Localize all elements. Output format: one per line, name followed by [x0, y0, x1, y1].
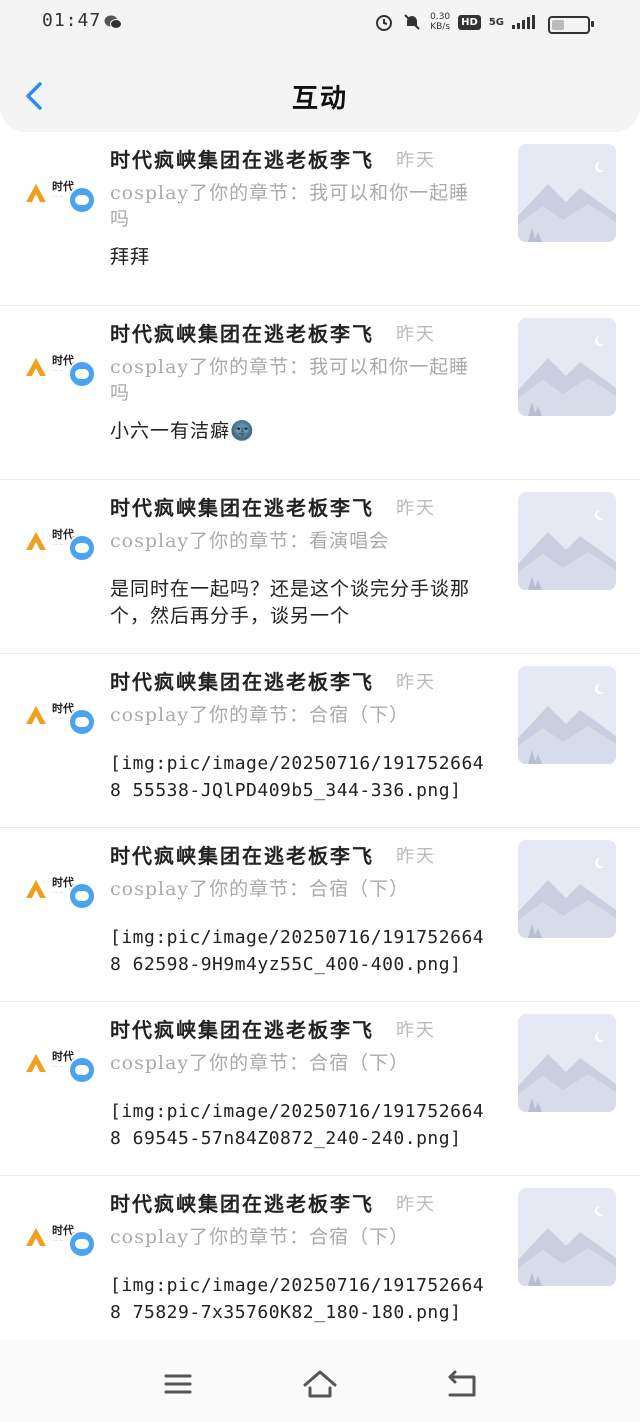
signal-icon: [512, 15, 535, 29]
comment-bubble-icon: [68, 1230, 96, 1258]
list-item[interactable]: 时代 · ·· ···· 时代疯峡集团在逃老板李飞 昨天 cosplay了你的章…: [0, 132, 640, 306]
list-item[interactable]: 时代 · ·· ···· 时代疯峡集团在逃老板李飞 昨天 cosplay了你的章…: [0, 828, 640, 1002]
image-placeholder-icon[interactable]: [518, 144, 616, 242]
alarm-icon: [376, 15, 393, 31]
item-desc: cosplay了你的章节：合宿（下）: [110, 1226, 410, 1248]
svg-text:· ·· ····: · ·· ····: [52, 542, 63, 547]
svg-text:· ·· ····: · ·· ····: [52, 368, 63, 373]
svg-text:· ·· ····: · ·· ····: [52, 1064, 63, 1069]
list-item[interactable]: 时代 · ·· ···· 时代疯峡集团在逃老板李飞 昨天 cosplay了你的章…: [0, 1002, 640, 1176]
list-item[interactable]: 时代 · ·· ···· 时代疯峡集团在逃老板李飞 昨天 cosplay了你的章…: [0, 306, 640, 480]
item-time: 昨天: [396, 672, 436, 693]
image-placeholder-icon[interactable]: [518, 840, 616, 938]
list-item[interactable]: 时代 · ·· ···· 时代疯峡集团在逃老板李飞 昨天 cosplay了你的章…: [0, 654, 640, 828]
author-name[interactable]: 时代疯峡集团在逃老板李飞: [110, 1014, 374, 1043]
image-placeholder-icon[interactable]: [518, 666, 616, 764]
item-desc: cosplay了你的章节：看演唱会: [110, 530, 390, 552]
image-placeholder-icon[interactable]: [518, 492, 616, 590]
svg-text:· ·· ····: · ·· ····: [52, 716, 63, 721]
menu-icon[interactable]: [160, 1368, 196, 1400]
item-content: [img:pic/image/20250716/1917526648 75829…: [110, 1275, 485, 1323]
list-item[interactable]: 时代 · ·· ···· 时代疯峡集团在逃老板李飞 昨天 cosplay了你的章…: [0, 480, 640, 654]
page-header: 互动: [0, 48, 640, 132]
author-name[interactable]: 时代疯峡集团在逃老板李飞: [110, 318, 374, 347]
home-icon[interactable]: [302, 1368, 338, 1400]
author-name[interactable]: 时代疯峡集团在逃老板李飞: [110, 492, 374, 521]
svg-text:· ·· ····: · ·· ····: [52, 194, 63, 199]
system-nav-bar: [0, 1340, 640, 1422]
comment-bubble-icon: [68, 534, 96, 562]
comment-bubble-icon: [68, 882, 96, 910]
item-content: 拜拜: [110, 246, 151, 268]
mute-bell-icon: [404, 14, 420, 30]
item-content: [img:pic/image/20250716/1917526648 62598…: [110, 927, 485, 975]
wechat-icon: [104, 15, 122, 29]
item-desc: cosplay了你的章节：合宿（下）: [110, 1052, 410, 1074]
image-placeholder-icon[interactable]: [518, 1014, 616, 1112]
battery-icon: [548, 16, 594, 34]
author-name[interactable]: 时代疯峡集团在逃老板李飞: [110, 840, 374, 869]
list-item[interactable]: 时代 · ·· ···· 时代疯峡集团在逃老板李飞 昨天 cosplay了你的章…: [0, 1176, 640, 1350]
item-time: 昨天: [396, 846, 436, 867]
item-content: 是同时在一起吗？还是这个谈完分手谈那个，然后再分手，谈另一个: [110, 578, 471, 627]
speed-value: 0.30: [430, 12, 451, 22]
item-content: [img:pic/image/20250716/1917526648 55538…: [110, 753, 485, 801]
item-time: 昨天: [396, 498, 436, 519]
comment-bubble-icon: [68, 708, 96, 736]
item-content: [img:pic/image/20250716/1917526648 69545…: [110, 1101, 485, 1149]
page-title: 互动: [291, 84, 348, 114]
image-placeholder-icon[interactable]: [518, 318, 616, 416]
return-icon[interactable]: [444, 1368, 480, 1400]
comment-bubble-icon: [68, 360, 96, 388]
author-name[interactable]: 时代疯峡集团在逃老板李飞: [110, 144, 374, 173]
item-time: 昨天: [396, 324, 436, 345]
comment-bubble-icon: [68, 186, 96, 214]
speed-unit: KB/s: [430, 22, 451, 32]
interaction-list: 时代 · ·· ···· 时代疯峡集团在逃老板李飞 昨天 cosplay了你的章…: [0, 132, 640, 1350]
status-time: 01:47: [42, 10, 102, 31]
network-type: 5G: [488, 16, 504, 28]
item-time: 昨天: [396, 1194, 436, 1215]
status-bar: 01:47 0.30 KB/s HD 5G: [0, 0, 640, 48]
item-content: 小六一有洁癖🌚: [110, 420, 255, 442]
svg-text:· ·· ····: · ·· ····: [52, 1238, 63, 1243]
hd-badge: HD: [458, 14, 481, 30]
author-name[interactable]: 时代疯峡集团在逃老板李飞: [110, 666, 374, 695]
author-name[interactable]: 时代疯峡集团在逃老板李飞: [110, 1188, 374, 1217]
item-desc: cosplay了你的章节：我可以和你一起睡吗: [110, 356, 470, 404]
item-desc: cosplay了你的章节：合宿（下）: [110, 704, 410, 726]
comment-bubble-icon: [68, 1056, 96, 1084]
item-desc: cosplay了你的章节：合宿（下）: [110, 878, 410, 900]
item-time: 昨天: [396, 1020, 436, 1041]
network-speed: 0.30 KB/s: [430, 12, 450, 32]
item-time: 昨天: [396, 150, 436, 171]
svg-text:· ·· ····: · ·· ····: [52, 890, 63, 895]
image-placeholder-icon[interactable]: [518, 1188, 616, 1286]
item-desc: cosplay了你的章节：我可以和你一起睡吗: [110, 182, 470, 230]
